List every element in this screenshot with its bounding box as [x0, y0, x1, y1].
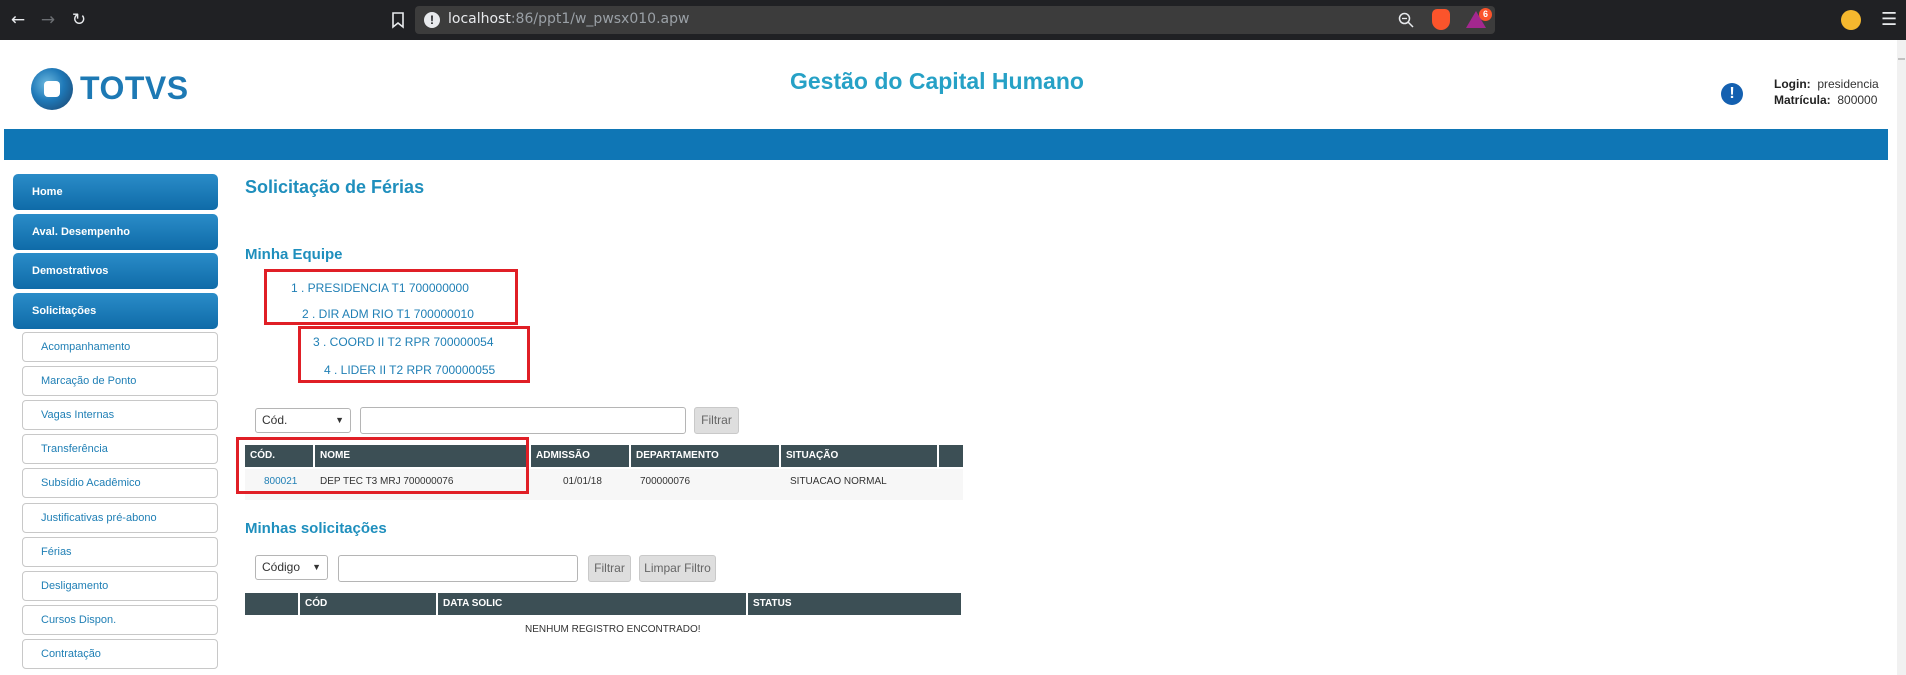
sidebar-subitem-acompanhamento[interactable]: Acompanhamento [22, 332, 218, 362]
column-header-data-solic[interactable]: DATA SOLIC [438, 593, 748, 615]
page-title: Solicitação de Férias [245, 177, 425, 197]
login-label: Login: [1774, 77, 1811, 91]
page-scrollbar[interactable] [1897, 40, 1906, 675]
menu-icon[interactable]: ☰ [1881, 9, 1897, 30]
requests-table-header: CÓD DATA SOLIC STATUS [245, 593, 961, 615]
forward-icon[interactable]: → [38, 10, 58, 30]
totvs-logo-icon [31, 68, 73, 110]
column-header-blank [245, 593, 300, 615]
sidebar-subitem-cursos-dispon[interactable]: Cursos Dispon. [22, 605, 218, 635]
brave-shields-icon[interactable] [1432, 9, 1450, 30]
requests-filter-select[interactable]: Código ▼ [255, 555, 328, 580]
clear-filter-button[interactable]: Limpar Filtro [639, 555, 716, 582]
rewards-badge: 6 [1479, 8, 1492, 21]
team-filter-select[interactable]: Cód. ▼ [255, 408, 351, 433]
logo-text: TOTVS [80, 70, 189, 106]
sidebar-subitem-transferencia[interactable]: Transferência [22, 434, 218, 464]
sidebar-subitem-marcacao-ponto[interactable]: Marcação de Ponto [22, 366, 218, 396]
cell-situacao: SITUACAO NORMAL [790, 476, 887, 487]
team-section-title: Minha Equipe [245, 246, 343, 263]
bookmark-icon[interactable] [388, 10, 408, 30]
sidebar-subitem-ferias[interactable]: Férias [22, 537, 218, 567]
cell-admissao: 01/01/18 [563, 476, 602, 487]
highlight-box [298, 326, 530, 383]
matricula-label: Matrícula: [1774, 93, 1831, 107]
column-header-cod[interactable]: CÓD [300, 593, 438, 615]
highlight-box [236, 437, 529, 494]
sidebar-subitem-vagas-internas[interactable]: Vagas Internas [22, 400, 218, 430]
sidebar-item-demostrativos[interactable]: Demostrativos [13, 253, 218, 289]
matricula-value: 800000 [1837, 93, 1878, 107]
profile-icon[interactable] [1841, 10, 1861, 30]
sidebar-subitem-contratacao[interactable]: Contratação [22, 639, 218, 669]
url-text[interactable]: localhost:86/ppt1/w_pwsx010.apw [448, 11, 689, 27]
requests-filter-input[interactable] [338, 555, 578, 582]
alert-icon[interactable]: ! [1721, 83, 1743, 105]
sidebar-subitem-subsidio-academico[interactable]: Subsídio Acadêmico [22, 468, 218, 498]
team-filter-button[interactable]: Filtrar [694, 407, 739, 434]
sidebar-item-aval-desempenho[interactable]: Aval. Desempenho [13, 214, 218, 250]
back-icon[interactable]: ← [8, 10, 28, 30]
user-info: Login: presidencia Matrícula: 800000 [1774, 76, 1879, 108]
browser-toolbar: ← → ↻ ! localhost:86/ppt1/w_pwsx010.apw … [0, 0, 1906, 40]
requests-section-title: Minhas solicitações [245, 520, 387, 537]
column-header-status[interactable]: STATUS [748, 593, 961, 615]
login-value: presidencia [1817, 77, 1879, 91]
sidebar-subitem-desligamento[interactable]: Desligamento [22, 571, 218, 601]
column-header-admissao[interactable]: ADMISSÃO [531, 445, 631, 467]
column-header-departamento[interactable]: DEPARTAMENTO [631, 445, 781, 467]
zoom-icon[interactable] [1398, 12, 1414, 28]
cell-departamento: 700000076 [640, 476, 691, 487]
requests-filter-button[interactable]: Filtrar [588, 555, 631, 582]
sidebar-item-home[interactable]: Home [13, 174, 218, 210]
sidebar-item-solicitacoes[interactable]: Solicitações [13, 293, 218, 329]
site-info-icon[interactable]: ! [424, 12, 440, 28]
column-header-situacao[interactable]: SITUAÇÃO [781, 445, 939, 467]
team-filter-input[interactable] [360, 407, 686, 434]
header-band [4, 129, 1888, 160]
empty-message: NENHUM REGISTRO ENCONTRADO! [525, 624, 701, 635]
app-title: Gestão do Capital Humano [790, 68, 1084, 94]
highlight-box [264, 269, 518, 325]
reload-icon[interactable]: ↻ [69, 10, 89, 30]
sidebar-subitem-justificativas[interactable]: Justificativas pré-abono [22, 503, 218, 533]
